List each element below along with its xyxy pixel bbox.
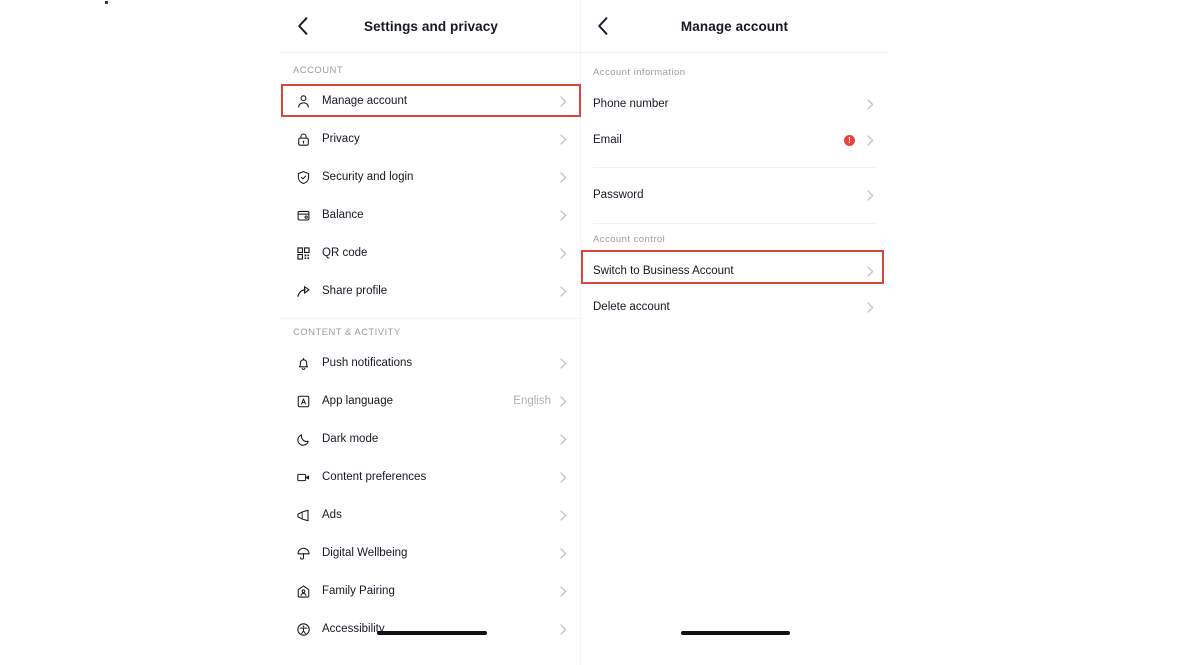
chevron-right-icon [557, 357, 569, 369]
section-content-and-activity: CONTENT & ACTIVITY Push notifications Ap… [281, 327, 581, 648]
back-button-manage-account[interactable] [589, 13, 615, 39]
section-label-account-information: Account information [593, 67, 686, 78]
home-indicator-right [681, 631, 790, 635]
chevron-left-icon [296, 16, 309, 36]
chevron-right-icon [864, 301, 876, 313]
share-arrow-icon [293, 281, 313, 301]
back-button-settings[interactable] [289, 13, 315, 39]
sidebar-item-privacy[interactable]: Privacy [281, 120, 581, 158]
settings-and-privacy-panel: Settings and privacy ACCOUNT Manage acco… [281, 0, 581, 665]
section-password: Password [581, 177, 888, 213]
sidebar-item-share-profile[interactable]: Share profile [281, 272, 581, 310]
qr-code-icon [293, 243, 313, 263]
sidebar-item-label: QR code [322, 247, 368, 259]
manage-row-phone-number[interactable]: Phone number [581, 86, 888, 122]
sidebar-item-label: Content preferences [322, 471, 427, 483]
megaphone-icon [293, 505, 313, 525]
chevron-right-icon [557, 509, 569, 521]
sidebar-item-label: Balance [322, 209, 364, 221]
chevron-right-icon [557, 285, 569, 297]
sidebar-item-content-preferences[interactable]: Content preferences [281, 458, 581, 496]
manage-row-password[interactable]: Password [581, 177, 888, 213]
sidebar-item-push-notifications[interactable]: Push notifications [281, 344, 581, 382]
sidebar-item-label: App language [322, 395, 393, 407]
section-label-account-control: Account control [593, 234, 666, 245]
sidebar-item-label: Digital Wellbeing [322, 547, 408, 559]
chevron-right-icon [557, 471, 569, 483]
sidebar-item-security-and-login[interactable]: Security and login [281, 158, 581, 196]
chevron-right-icon [557, 247, 569, 259]
lock-icon [293, 129, 313, 149]
section-label-content-activity: CONTENT & ACTIVITY [293, 327, 401, 338]
page-title-manage-account: Manage account [680, 18, 789, 34]
chevron-right-icon [557, 585, 569, 597]
accessibility-icon [293, 619, 313, 639]
sidebar-item-qr-code[interactable]: QR code [281, 234, 581, 272]
manage-account-panel: Manage account Account information Phone… [581, 0, 888, 665]
chevron-right-icon [557, 171, 569, 183]
chevron-right-icon [557, 547, 569, 559]
language-a-icon [293, 391, 313, 411]
chevron-right-icon [557, 209, 569, 221]
page-title-settings: Settings and privacy [363, 18, 499, 34]
section-divider [281, 318, 581, 319]
sidebar-item-family-pairing[interactable]: Family Pairing [281, 572, 581, 610]
section-label-account: ACCOUNT [293, 65, 344, 76]
sidebar-item-dark-mode[interactable]: Dark mode [281, 420, 581, 458]
sidebar-item-accessibility[interactable]: Accessibility [281, 610, 581, 648]
chevron-right-icon [557, 433, 569, 445]
section-account-control: Account control Switch to Business Accou… [581, 234, 888, 326]
umbrella-icon [293, 543, 313, 563]
family-home-icon [293, 581, 313, 601]
sidebar-item-label: Security and login [322, 171, 414, 183]
manage-row-switch-to-business-account[interactable]: Switch to Business Account [581, 254, 888, 288]
wallet-icon [293, 205, 313, 225]
sidebar-item-label: Share profile [322, 285, 388, 297]
section-account: ACCOUNT Manage account Privacy Security … [281, 65, 581, 310]
moon-icon [293, 429, 313, 449]
chevron-right-icon [864, 134, 876, 146]
right-panel-header: Manage account [581, 0, 888, 53]
app-language-value: English [513, 395, 551, 407]
chevron-right-icon [557, 133, 569, 145]
sidebar-item-balance[interactable]: Balance [281, 196, 581, 234]
shield-check-icon [293, 167, 313, 187]
email-warning-badge-icon: ! [844, 134, 855, 146]
sidebar-item-label: Manage account [322, 95, 408, 107]
sidebar-item-label: Family Pairing [322, 585, 395, 597]
sidebar-item-label: Privacy [322, 133, 360, 145]
chevron-right-icon [557, 623, 569, 635]
left-panel-header: Settings and privacy [281, 0, 581, 53]
stray-pixel-dot [105, 1, 108, 4]
screenshot-root: Settings and privacy ACCOUNT Manage acco… [0, 0, 1200, 665]
section-divider [593, 167, 876, 168]
chevron-right-icon [864, 265, 876, 277]
chevron-right-icon [557, 395, 569, 407]
manage-row-label: Password [593, 189, 644, 201]
section-account-information: Account information Phone number Email ! [581, 67, 888, 158]
manage-row-label: Switch to Business Account [593, 265, 734, 277]
manage-row-delete-account[interactable]: Delete account [581, 288, 888, 326]
sidebar-item-ads[interactable]: Ads [281, 496, 581, 534]
sidebar-item-label: Ads [322, 509, 342, 521]
manage-row-label: Email [593, 134, 622, 146]
chevron-right-icon [864, 189, 876, 201]
sidebar-item-app-language[interactable]: App language English [281, 382, 581, 420]
sidebar-item-label: Dark mode [322, 433, 379, 445]
chevron-right-icon [557, 95, 569, 107]
video-camera-icon [293, 467, 313, 487]
home-indicator-left [377, 631, 487, 635]
sidebar-item-manage-account[interactable]: Manage account [281, 82, 581, 120]
chevron-right-icon [864, 98, 876, 110]
bell-icon [293, 353, 313, 373]
manage-row-label: Phone number [593, 98, 669, 110]
manage-row-label: Delete account [593, 301, 670, 313]
section-divider [593, 223, 876, 224]
person-icon [293, 91, 313, 111]
manage-row-email[interactable]: Email ! [581, 122, 888, 158]
sidebar-item-digital-wellbeing[interactable]: Digital Wellbeing [281, 534, 581, 572]
chevron-left-icon [596, 16, 609, 36]
sidebar-item-label: Push notifications [322, 357, 413, 369]
